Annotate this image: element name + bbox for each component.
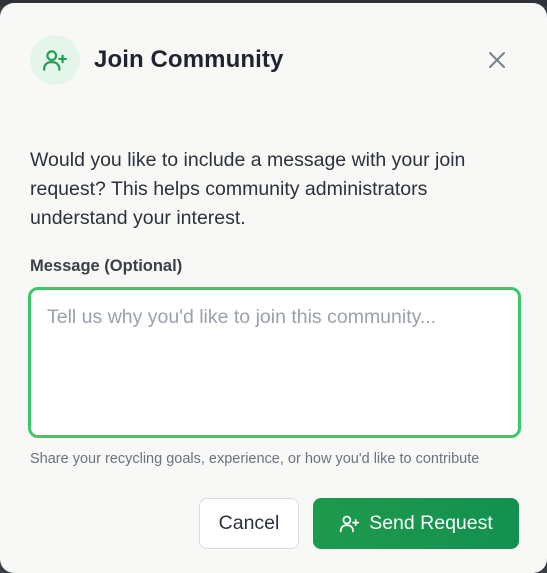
cancel-button[interactable]: Cancel xyxy=(199,498,299,549)
send-request-label: Send Request xyxy=(369,512,493,534)
message-helper-text: Share your recycling goals, experience, … xyxy=(30,451,480,467)
message-textarea[interactable] xyxy=(31,290,518,435)
join-community-dialog: Join Community Would you like to include… xyxy=(0,3,547,573)
send-request-button[interactable]: Send Request xyxy=(313,498,519,549)
dialog-header: Join Community xyxy=(30,35,283,85)
dialog-title: Join Community xyxy=(94,46,284,73)
message-field-container xyxy=(28,287,521,438)
user-plus-icon xyxy=(339,513,360,534)
close-icon xyxy=(489,52,505,68)
close-button[interactable] xyxy=(480,43,514,77)
message-label: Message (Optional) xyxy=(30,257,183,275)
user-plus-icon xyxy=(30,35,80,85)
dialog-description: Would you like to include a message with… xyxy=(30,149,466,229)
